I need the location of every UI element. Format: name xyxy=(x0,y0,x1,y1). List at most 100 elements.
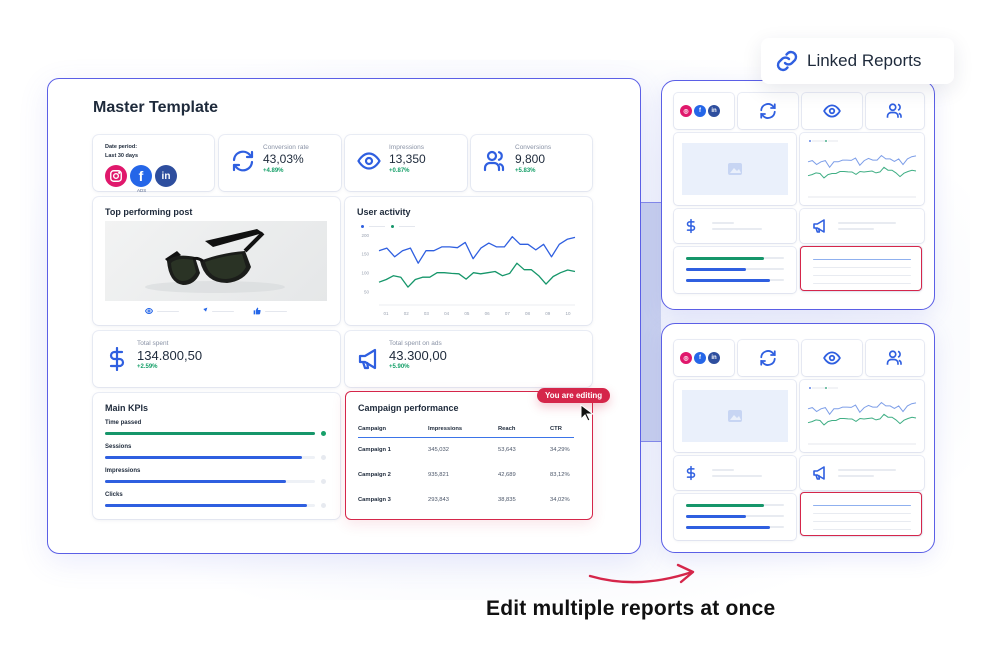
image-icon xyxy=(728,410,742,422)
users-icon xyxy=(886,350,902,365)
kpi-delta: +0.87% xyxy=(389,168,410,174)
kpi-progress-bar xyxy=(105,456,315,459)
column-header[interactable]: Reach xyxy=(498,422,550,438)
refresh-icon xyxy=(232,150,254,172)
kpi-value: 43,03% xyxy=(263,152,304,166)
curved-arrow-icon xyxy=(588,563,695,584)
mini-line-chart xyxy=(807,140,917,198)
total-spent-ads-value: 43.300,00 xyxy=(389,348,447,363)
kpi-row-label: Clicks xyxy=(105,492,123,498)
eye-icon xyxy=(145,307,153,315)
instagram-icon xyxy=(105,165,127,187)
kpi-card-impressions[interactable]: Impressions 13,350 +0.87% xyxy=(345,135,467,191)
mini-kpi-card xyxy=(738,93,798,129)
mini-series-line-1 xyxy=(807,401,917,416)
y-tick-label: 50 xyxy=(364,290,370,295)
legend-marker xyxy=(809,387,811,389)
table-cell: Campaign 3 xyxy=(358,496,391,503)
total-spent-delta: +2.59% xyxy=(137,364,158,370)
linkedin-icon: in xyxy=(155,165,177,187)
y-tick-label: 200 xyxy=(361,233,369,238)
status-dot xyxy=(321,479,326,484)
y-tick-label: 100 xyxy=(361,271,369,276)
editing-badge: You are editing xyxy=(537,388,611,403)
kpi-value: 13,350 xyxy=(389,152,426,166)
date-period-value: Last 30 days xyxy=(105,153,139,159)
campaign-performance-title: Campaign performance xyxy=(358,403,459,413)
kpi-value: 9,800 xyxy=(515,152,546,166)
status-dot xyxy=(321,455,326,460)
kpi-progress-bar xyxy=(105,504,315,507)
linkedin-icon: in xyxy=(708,352,720,364)
y-tick-label: 150 xyxy=(361,252,369,257)
total-spent-ads-delta: +5.90% xyxy=(389,364,410,370)
mini-kpi-card xyxy=(738,340,798,376)
mini-social-card: ◎ f in xyxy=(674,340,734,376)
date-period-card[interactable]: Date period: Last 30 days f ADS in xyxy=(93,135,214,193)
users-icon xyxy=(483,150,505,172)
mini-social-card: ◎ f in xyxy=(674,93,734,129)
column-header[interactable]: Campaign xyxy=(358,422,428,438)
table-cell: 38,835 xyxy=(498,496,516,503)
kpi-progress-fill xyxy=(105,432,315,435)
page-title: Master Template xyxy=(93,99,219,116)
mini-kpi-card xyxy=(866,340,924,376)
dollar-icon xyxy=(686,465,696,481)
kpi-delta: +5.83% xyxy=(515,168,536,174)
total-spent-card[interactable]: Total spent 134.800,50 +2.59% xyxy=(93,331,340,387)
table-cell: 293,843 xyxy=(428,496,449,503)
kpi-progress-bar xyxy=(105,432,315,435)
x-tick-label: 04 xyxy=(444,311,450,316)
x-tick-label: 09 xyxy=(545,311,551,316)
mini-campaign-card xyxy=(800,246,922,291)
kpi-progress-bar xyxy=(105,480,315,483)
kpi-label: Impressions xyxy=(389,144,425,151)
linked-reports-label: Linked Reports xyxy=(807,51,922,70)
legend-marker xyxy=(825,140,827,142)
total-spent-value: 134.800,50 xyxy=(137,348,203,363)
post-image[interactable] xyxy=(105,221,327,301)
eye-icon xyxy=(823,351,841,365)
total-spent-ads-card[interactable]: Total spent on ads 43.300,00 +5.90% xyxy=(345,331,592,387)
user-activity-card[interactable]: User activity 50 100 150 200 01 02 03 04 05 06 07 0… xyxy=(345,197,592,325)
caption: Edit multiple reports at once xyxy=(486,597,776,620)
kpi-row-label: Time passed xyxy=(105,420,142,426)
kpi-card-conversions[interactable]: Conversions 9,800 +5.83% xyxy=(471,135,592,191)
refresh-icon xyxy=(760,350,776,366)
column-header[interactable]: Impressions xyxy=(428,422,498,438)
x-tick-label: 05 xyxy=(464,311,470,316)
table-row[interactable]: Campaign 3 293,843 38,835 34,02% xyxy=(358,487,574,512)
x-tick-label: 02 xyxy=(404,311,410,316)
linked-report-1[interactable]: ◎ f in xyxy=(661,80,935,310)
users-icon xyxy=(886,103,902,118)
linked-report-2[interactable]: ◎ f in xyxy=(661,323,935,553)
date-period-label: Date period: xyxy=(105,144,138,150)
kpi-card-conversion-rate[interactable]: Conversion rate 43,03% +4.89% xyxy=(219,135,341,191)
post-stats xyxy=(145,307,295,315)
column-header[interactable]: CTR xyxy=(550,422,574,438)
image-icon xyxy=(728,163,742,175)
table-cell: 935,821 xyxy=(428,471,449,478)
linked-reports-badge[interactable]: Linked Reports xyxy=(761,38,954,84)
mini-series-line-2 xyxy=(807,413,917,426)
mini-ads-card xyxy=(800,456,924,490)
megaphone-icon xyxy=(813,466,825,480)
table-row[interactable]: Campaign 2 935,821 42,689 83,12% xyxy=(358,462,574,487)
mini-series-line-2 xyxy=(807,166,917,179)
eye-icon xyxy=(823,104,841,118)
total-spent-label: Total spent xyxy=(137,340,169,347)
share-icon xyxy=(201,307,208,314)
kpi-row-label: Impressions xyxy=(105,468,141,474)
table-cell: 42,689 xyxy=(498,471,516,478)
kpi-progress-fill xyxy=(105,480,286,483)
campaign-performance-card[interactable]: Campaign performance Campaign Impression… xyxy=(345,391,593,520)
main-kpis-card[interactable]: Main KPIs Time passed Sessions Impressions… xyxy=(93,393,340,519)
mini-campaign-card xyxy=(800,492,922,536)
table-row[interactable]: Campaign 1 345,032 53,643 34,29% xyxy=(358,437,574,462)
mini-image-card xyxy=(674,133,796,205)
linkedin-icon: in xyxy=(708,105,720,117)
cursor-icon xyxy=(580,404,595,422)
top-post-card[interactable]: Top performing post xyxy=(93,197,340,325)
eye-icon xyxy=(357,152,381,170)
table-cell: 53,643 xyxy=(498,446,516,453)
